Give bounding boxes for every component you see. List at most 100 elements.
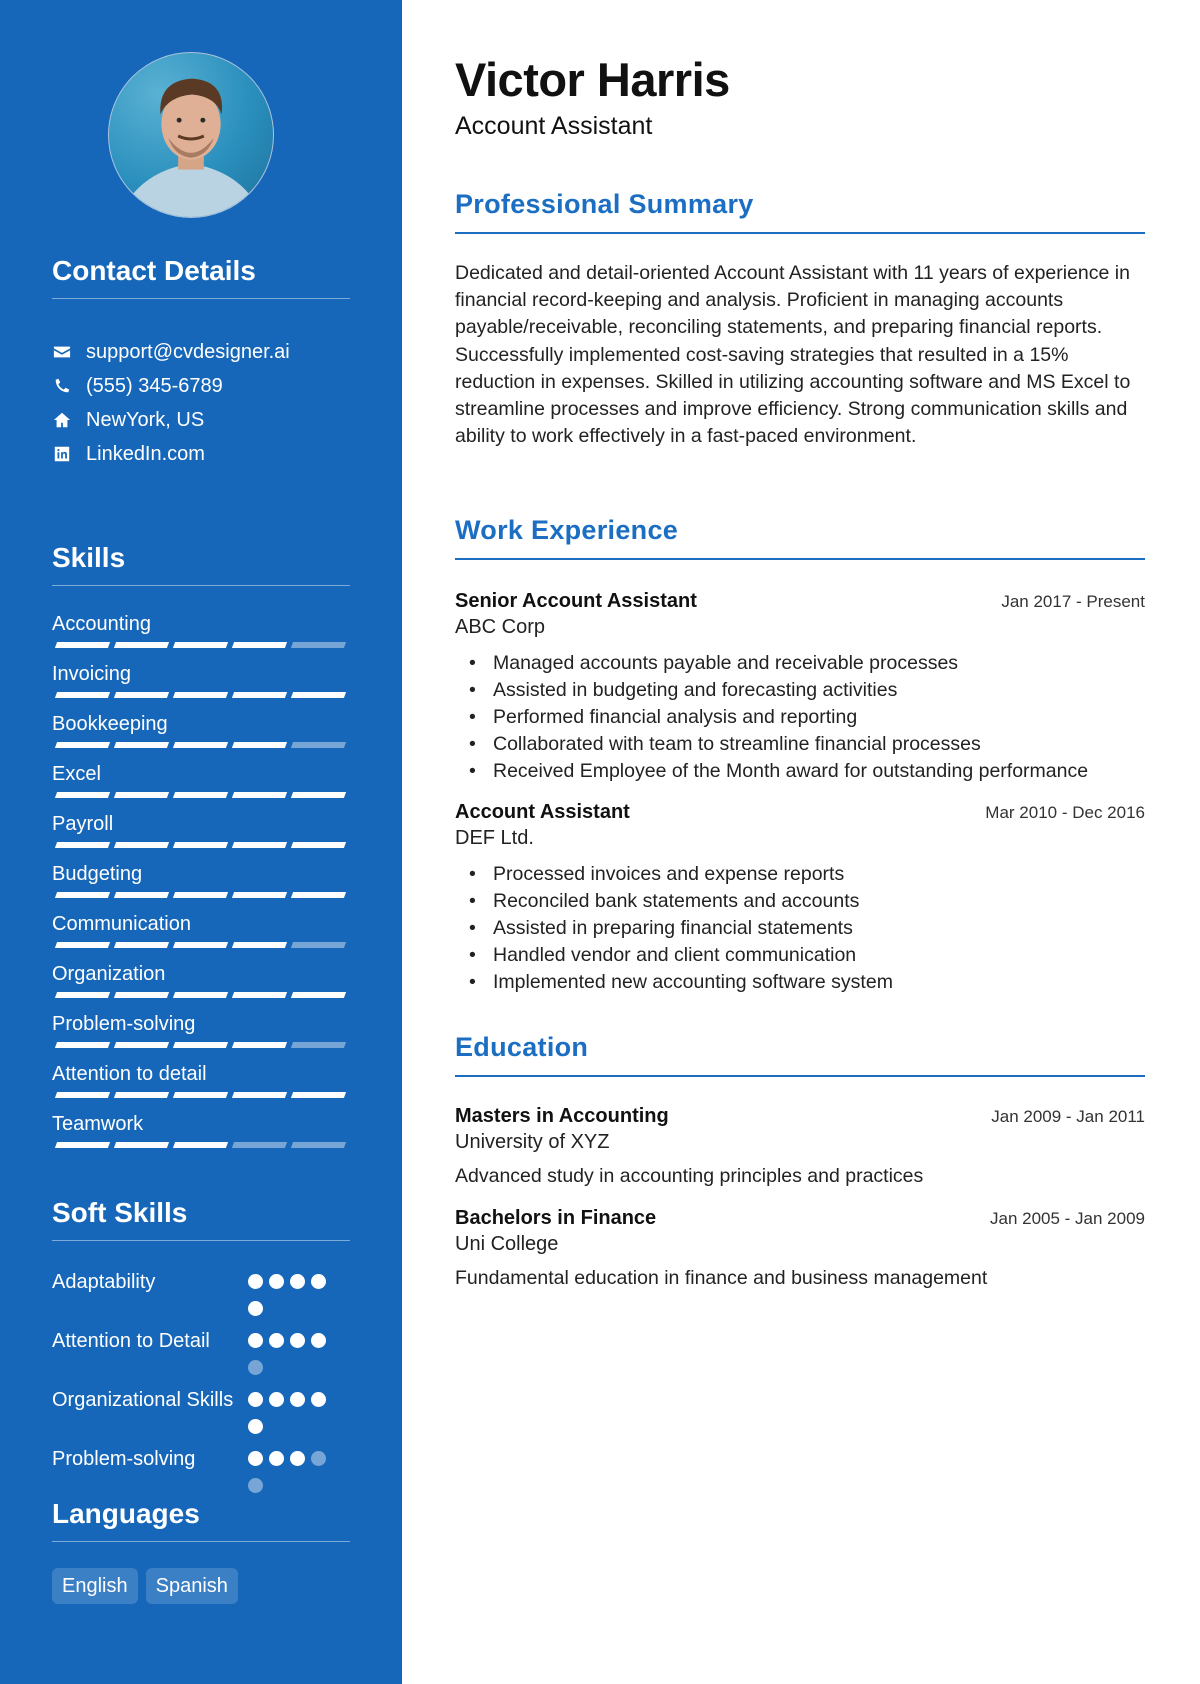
rating-dot-filled [248,1301,263,1316]
job-title: Senior Account Assistant [455,590,697,612]
skill-segment-filled [290,842,347,848]
skill-name: Accounting [52,613,151,635]
skill-name: Budgeting [52,863,143,885]
skill-segment-filled [172,642,229,648]
contact-location-text: NewYork, US [86,408,205,431]
job-bullet: Reconciled bank statements and accounts [469,888,1145,915]
skill-name: Attention to detail [52,1063,207,1085]
skill-segment-filled [290,1092,347,1098]
experience-heading: Work Experience [455,515,679,545]
contact-heading: Contact Details [52,255,256,286]
skill-segment-filled [231,742,288,748]
skills-section: Skills Accounting Invoicing Bookkeeping Exc… [52,541,350,1162]
skill-segment-filled [113,1042,170,1048]
divider [52,1240,350,1241]
skill-segment-filled [172,842,229,848]
skill-segment-filled [231,942,288,948]
school: University of XYZ [455,1131,610,1153]
skill-segment-filled [54,1042,111,1048]
soft-skills-list: Adaptability Attention to Detail Organizat… [52,1269,350,1505]
skill-level-bar [54,642,350,648]
education-description: Fundamental education in finance and bus… [455,1267,988,1289]
contact-section: Contact Details support@cvdesigner.ai (5… [52,254,350,471]
skills-heading: Skills [52,542,126,573]
contact-linkedin-text[interactable]: LinkedIn.com [86,443,205,466]
summary-heading: Professional Summary [455,189,754,219]
job-bullets: Managed accounts payable and receivable … [455,650,1145,785]
skill-segment-filled [54,942,111,948]
job-title: Account Assistant [455,801,630,823]
job-company: DEF Ltd. [455,827,534,849]
skill-segment-filled [54,692,111,698]
skill-segment-filled [231,992,288,998]
rating-dot-filled [269,1392,284,1407]
skill-segment-filled [54,792,111,798]
envelope-icon [52,342,72,362]
candidate-name: Victor Harris [455,53,730,106]
skill-segment-filled [231,792,288,798]
skill-level-bar [54,892,350,898]
divider [455,1075,1145,1077]
skill-item: Accounting [52,612,350,662]
contact-phone-text[interactable]: (555) 345-6789 [86,375,223,398]
education-heading: Education [455,1032,589,1062]
skill-level-bar [54,692,350,698]
skill-item: Excel [52,762,350,812]
rating-dot-filled [248,1333,263,1348]
education-section: Education Masters in Accounting Jan 2009… [455,1031,1145,1291]
skill-segment-filled [54,742,111,748]
rating-dot-empty [311,1451,326,1466]
contact-phone[interactable]: (555) 345-6789 [52,369,350,403]
skill-segment-filled [290,692,347,698]
skill-segment-filled [290,992,347,998]
rating-dot-filled [269,1274,284,1289]
skill-level-bar [54,1092,350,1098]
soft-skill-rating [248,1387,338,1446]
skill-name: Problem-solving [52,1013,196,1035]
rating-dot-filled [269,1451,284,1466]
skill-level-bar [54,992,350,998]
contact-email[interactable]: support@cvdesigner.ai [52,335,350,369]
skill-segment-filled [290,892,347,898]
divider [52,585,350,586]
skill-segment-filled [172,742,229,748]
skill-item: Budgeting [52,862,350,912]
skill-segment-empty [290,1142,347,1148]
skill-level-bar [54,942,350,948]
job-bullets: Processed invoices and expense reports R… [455,861,1145,996]
avatar-illustration [118,78,264,217]
summary-text: Dedicated and detail-oriented Account As… [455,262,1131,448]
skill-item: Invoicing [52,662,350,712]
education-dates: Jan 2005 - Jan 2009 [989,1209,1145,1228]
skill-segment-empty [290,642,347,648]
skill-segment-filled [113,1142,170,1148]
skill-segment-filled [113,992,170,998]
job-dates: Mar 2010 - Dec 2016 [985,803,1145,822]
skill-segment-filled [172,792,229,798]
skill-segment-filled [54,992,111,998]
skill-segment-filled [113,842,170,848]
skill-segment-filled [172,992,229,998]
skill-segment-filled [113,792,170,798]
skill-segment-filled [113,942,170,948]
skill-segment-filled [54,1092,111,1098]
candidate-title: Account Assistant [455,112,653,140]
soft-skills-section: Soft Skills Adaptability Attention to Det… [52,1196,350,1505]
skill-segment-empty [290,1042,347,1048]
rating-dot-filled [248,1451,263,1466]
skill-item: Organization [52,962,350,1012]
contact-email-text[interactable]: support@cvdesigner.ai [86,341,290,364]
skill-item: Bookkeeping [52,712,350,762]
divider [52,298,350,299]
skill-segment-empty [290,742,347,748]
contact-linkedin[interactable]: LinkedIn.com [52,437,350,471]
rating-dot-filled [290,1451,305,1466]
soft-skills-heading: Soft Skills [52,1197,188,1228]
skill-segment-filled [172,892,229,898]
skill-name: Excel [52,763,101,785]
soft-skill-rating [248,1328,338,1387]
home-icon [52,410,72,430]
languages-list: English Spanish [52,1568,350,1604]
skill-name: Invoicing [52,663,131,685]
skill-segment-filled [54,642,111,648]
